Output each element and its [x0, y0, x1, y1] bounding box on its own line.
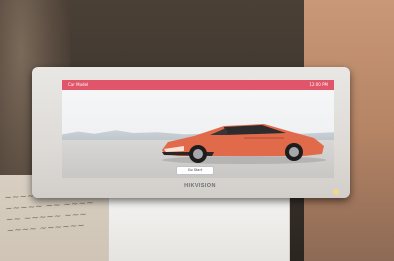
car-image — [162, 124, 326, 164]
brand-logo: HIKVISION — [184, 183, 216, 189]
screen-title: Car Model — [68, 82, 89, 87]
screen-status: 12:00 PM — [309, 82, 328, 87]
screen-start-button[interactable]: Go Start — [176, 166, 214, 175]
kiosk-screen[interactable]: Car Model 12:00 PM Go Start — [62, 80, 334, 178]
screen-topbar: Car Model 12:00 PM — [62, 80, 334, 90]
kiosk-stand — [108, 194, 290, 261]
power-led — [334, 190, 338, 194]
